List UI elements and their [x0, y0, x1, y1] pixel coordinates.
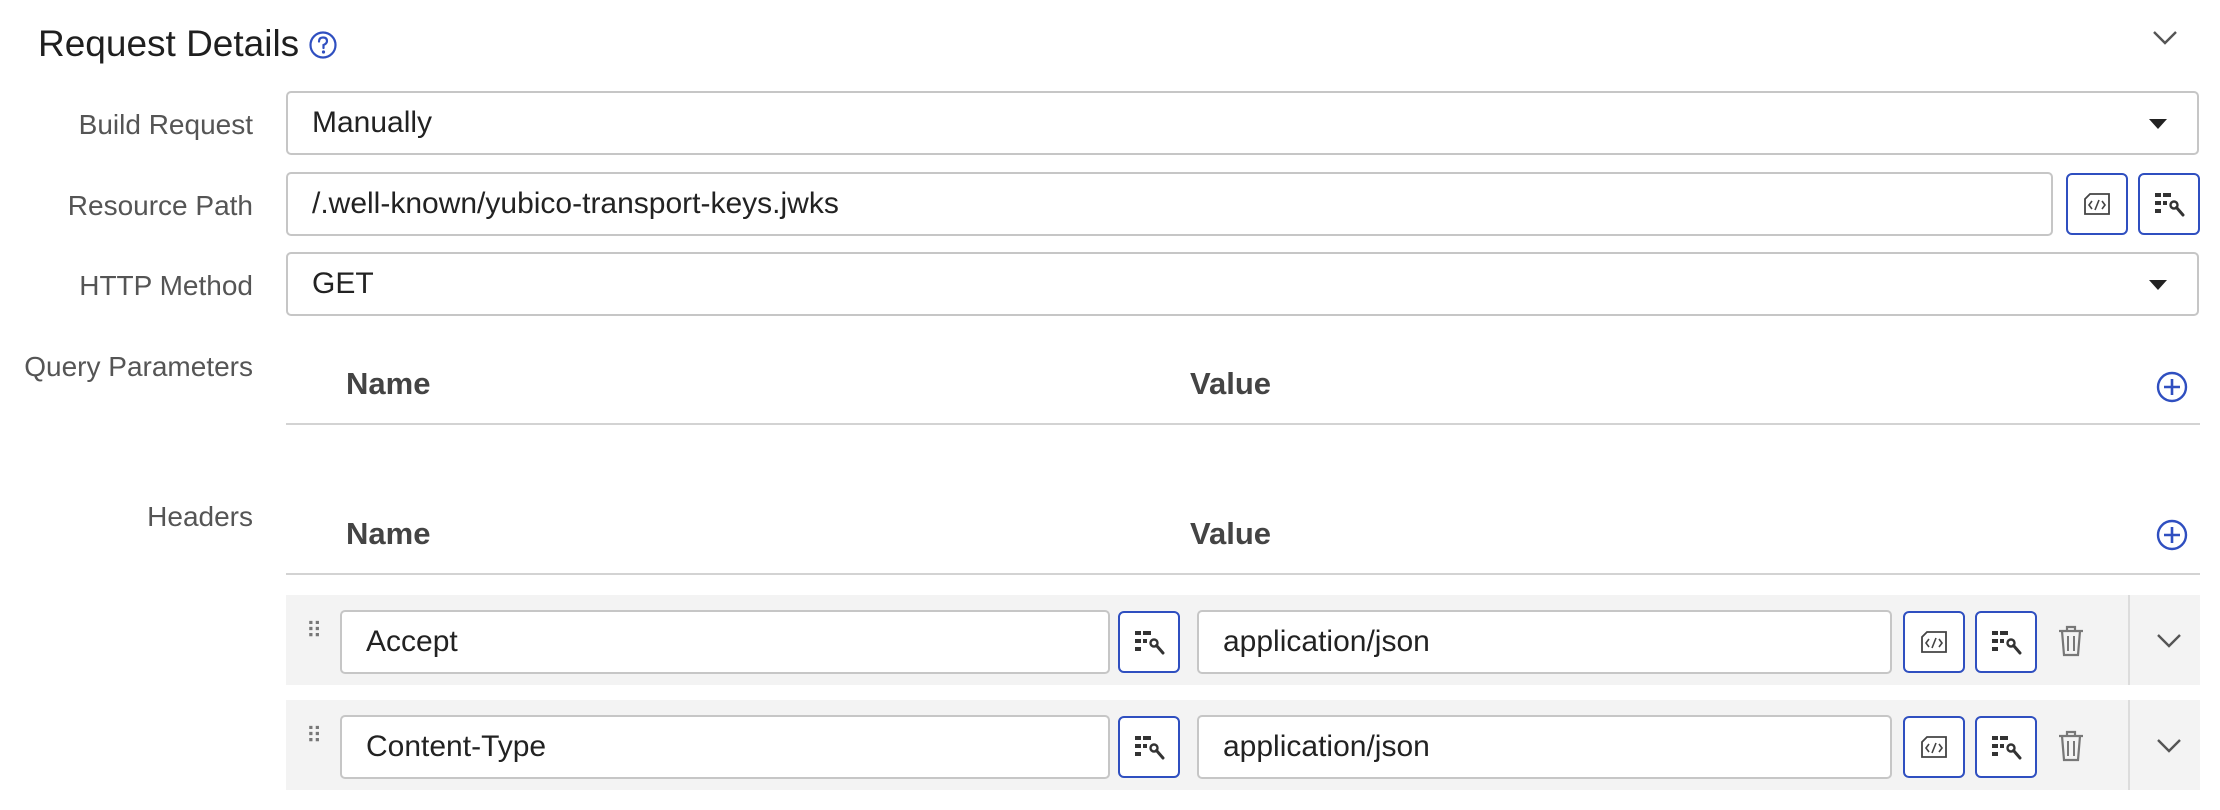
query-header-divider	[286, 423, 2200, 425]
delete-header-trash-icon[interactable]	[2056, 624, 2086, 658]
delete-header-trash-icon[interactable]	[2056, 729, 2086, 763]
expression-editor-icon	[1921, 736, 1947, 758]
resource-path-value: /.well-known/yubico-transport-keys.jwks	[312, 187, 839, 220]
resource-path-label: Resource Path	[67, 190, 253, 221]
header-value-input[interactable]: application/json	[1197, 610, 1892, 674]
header-name-value: Content-Type	[366, 730, 547, 763]
header-value-input[interactable]: application/json	[1197, 715, 1892, 779]
dropdown-caret-icon	[2149, 119, 2167, 129]
variable-picker-icon	[1992, 631, 2022, 655]
resource-path-input[interactable]: /.well-known/yubico-transport-keys.jwks	[286, 172, 2053, 236]
dropdown-caret-icon	[2149, 280, 2167, 290]
row-divider	[2128, 595, 2130, 685]
add-header-icon[interactable]	[2155, 518, 2189, 552]
expand-header-chevron-icon[interactable]	[2154, 730, 2184, 760]
header-value-variable-button[interactable]	[1975, 611, 2037, 673]
resource-path-variable-button[interactable]	[2138, 173, 2200, 235]
variable-picker-icon	[1135, 631, 1165, 655]
variable-picker-icon	[1135, 736, 1165, 760]
header-value-expression-button[interactable]	[1903, 716, 1965, 778]
query-value-column-header: Value	[1190, 366, 1271, 401]
variable-picker-icon	[1992, 736, 2022, 760]
header-name-input[interactable]: Content-Type	[340, 715, 1110, 779]
header-name-variable-button[interactable]	[1118, 611, 1180, 673]
expand-header-chevron-icon[interactable]	[2154, 625, 2184, 655]
http-method-label: HTTP Method	[79, 270, 253, 301]
build-request-select[interactable]: Manually	[286, 91, 2199, 155]
variable-picker-icon	[2155, 193, 2185, 217]
expression-editor-icon	[2084, 193, 2110, 215]
help-icon[interactable]	[308, 30, 338, 60]
query-name-column-header: Name	[346, 366, 431, 401]
header-row: ⠿ Accept application/json	[286, 595, 2200, 685]
build-request-label: Build Request	[78, 109, 253, 140]
drag-handle-icon[interactable]: ⠿	[306, 620, 322, 642]
add-query-parameter-icon[interactable]	[2155, 370, 2189, 404]
drag-handle-icon[interactable]: ⠿	[306, 725, 322, 747]
headers-header-divider	[286, 573, 2200, 575]
query-parameters-label: Query Parameters	[24, 351, 253, 382]
row-divider	[2128, 700, 2130, 790]
resource-path-expression-button[interactable]	[2066, 173, 2128, 235]
header-value-value: application/json	[1223, 625, 1430, 658]
expression-editor-icon	[1921, 631, 1947, 653]
section-title: Request Details	[38, 23, 300, 64]
header-value-variable-button[interactable]	[1975, 716, 2037, 778]
build-request-value: Manually	[312, 106, 433, 139]
header-name-variable-button[interactable]	[1118, 716, 1180, 778]
http-method-select[interactable]: GET	[286, 252, 2199, 316]
headers-value-column-header: Value	[1190, 516, 1271, 551]
header-row: ⠿ Content-Type application/json	[286, 700, 2200, 790]
header-name-value: Accept	[366, 625, 458, 658]
headers-name-column-header: Name	[346, 516, 431, 551]
http-method-value: GET	[312, 267, 374, 300]
header-value-expression-button[interactable]	[1903, 611, 1965, 673]
headers-label: Headers	[147, 501, 253, 532]
header-value-value: application/json	[1223, 730, 1430, 763]
header-name-input[interactable]: Accept	[340, 610, 1110, 674]
section-collapse-chevron-icon[interactable]	[2150, 22, 2180, 52]
